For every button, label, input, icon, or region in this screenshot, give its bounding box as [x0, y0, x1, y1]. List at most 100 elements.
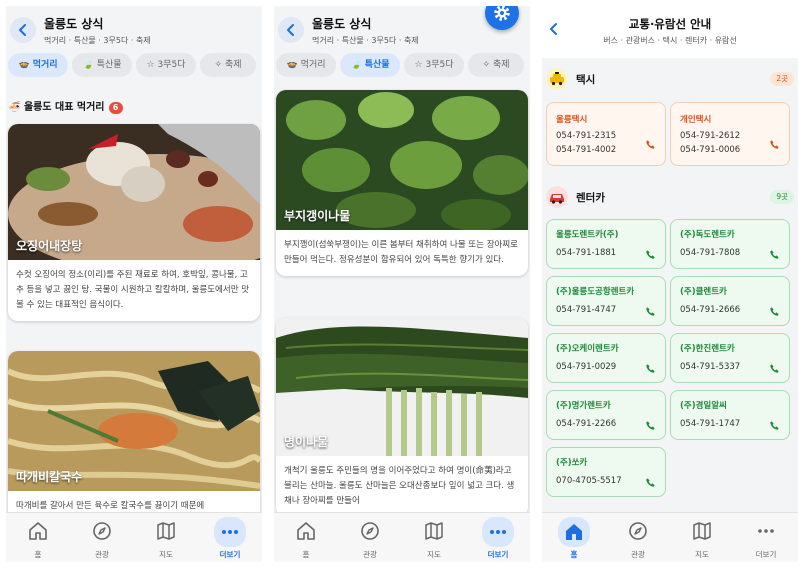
card-title: 명이나물 [284, 435, 329, 449]
nav-more[interactable]: 더보기 [734, 513, 798, 562]
rental-card[interactable]: (주)명가렌트카 054-791-2266 [546, 390, 666, 440]
tab-festival[interactable]: ✧ 축제 [468, 53, 524, 77]
phone-icon[interactable] [645, 306, 656, 317]
phone-icon[interactable] [769, 139, 780, 150]
rental-phone: 054-791-1881 [556, 248, 617, 258]
compass-icon [626, 519, 650, 543]
rental-phone: 054-791-1747 [680, 419, 741, 429]
taxi-card[interactable]: 울릉택시 054-791-2315 054-791-4002 [546, 102, 666, 166]
card-title: 부지갱이나물 [284, 209, 351, 223]
back-button[interactable] [278, 17, 304, 43]
rental-card[interactable]: (주)쏘카 070-4705-5517 [546, 447, 666, 497]
rental-name: (주)독도렌트카 [680, 230, 735, 240]
rental-card[interactable]: (주)독도렌트카 054-791-7808 [670, 219, 790, 269]
food-card[interactable]: 따개비칼국수 따개비를 갈아서 만든 육수로 칼국수를 끓이기 때문에 [8, 351, 260, 522]
phone-icon[interactable] [645, 420, 656, 431]
nav-home[interactable]: 홈 [6, 513, 70, 562]
rental-name: (주)한진렌트카 [680, 344, 735, 354]
header: 울릉도 상식 먹거리 · 특산물 · 3무5다 · 축제 [274, 6, 530, 50]
rental-card[interactable]: 울릉도렌트카(주) 054-791-1881 [546, 219, 666, 269]
tab-specialty[interactable]: 🍃 특산물 [340, 53, 400, 77]
page-subtitle: 먹거리 · 특산물 · 3무5다 · 축제 [312, 36, 419, 45]
more-icon [754, 519, 778, 543]
header: 교통·유람선 안내 버스 · 관광버스 · 택시 · 렌터카 · 유람선 [542, 6, 798, 58]
tab-3mu5da[interactable]: ☆ 3무5다 [404, 53, 464, 77]
nav-tour[interactable]: 관광 [70, 513, 134, 562]
specialty-screen: 울릉도 상식 먹거리 · 특산물 · 3무5다 · 축제 🍲 먹거리 🍃 특산물 ☆… [274, 6, 530, 562]
count-badge: 9곳 [770, 190, 794, 204]
rental-phone: 054-791-2666 [680, 305, 741, 315]
rental-card[interactable]: (주)오케이렌트카 054-791-0029 [546, 333, 666, 383]
compass-icon [90, 519, 114, 543]
card-description: 부지깽이(섬쑥부쟁이)는 이른 봄부터 채취하여 나물 또는 장아찌로 만들어 … [284, 240, 518, 265]
card-title: 따개비칼국수 [16, 470, 83, 484]
tab-food[interactable]: 🍲 먹거리 [8, 53, 68, 77]
leaf-icon: 🍃 [82, 60, 94, 70]
page-title: 울릉도 상식 [312, 17, 372, 31]
nav-home[interactable]: 홈 [542, 513, 606, 562]
taxi-card[interactable]: 개인택시 054-791-2612 054-791-0006 [670, 102, 790, 166]
group-title: 택시 [576, 74, 596, 86]
phone-icon[interactable] [645, 477, 656, 488]
back-button[interactable] [10, 17, 36, 43]
phone-icon[interactable] [769, 363, 780, 374]
home-icon [26, 519, 50, 543]
count-badge: 2곳 [770, 72, 794, 86]
gear-icon [494, 6, 510, 21]
nav-home[interactable]: 홈 [274, 513, 338, 562]
settings-button[interactable] [485, 6, 519, 30]
phone-icon[interactable] [769, 420, 780, 431]
rental-card[interactable]: (주)한진렌트카 054-791-5337 [670, 333, 790, 383]
page-subtitle: 먹거리 · 특산물 · 3무5다 · 축제 [44, 36, 151, 45]
rental-card[interactable]: (주)경일알씨 054-791-1747 [670, 390, 790, 440]
food-icon: 🍲 [18, 60, 30, 70]
tab-3mu5da[interactable]: ☆ 3무5다 [136, 53, 196, 77]
food-photo: 오징어내장탕 [8, 124, 260, 260]
nav-more[interactable]: 더보기 [198, 513, 262, 562]
nav-map[interactable]: 지도 [670, 513, 734, 562]
specialty-photo: 명이나물 [276, 318, 528, 456]
tab-food[interactable]: 🍲 먹거리 [276, 53, 336, 77]
more-icon [214, 517, 246, 547]
phone-icon[interactable] [769, 249, 780, 260]
compass-icon [358, 519, 382, 543]
section-heading: 🍜 울릉도 대표 먹거리 6 [8, 98, 123, 114]
sparkle-icon: ✧ [214, 60, 222, 70]
food-card[interactable]: 오징어내장탕 수컷 오징어의 정소(이리)를 주된 재료로 하여, 호박잎, 콩… [8, 124, 260, 321]
phone-icon[interactable] [645, 139, 656, 150]
phone-icon[interactable] [645, 249, 656, 260]
card-title: 오징어내장탕 [16, 239, 83, 253]
specialty-card[interactable]: 부지갱이나물 부지깽이(섬쑥부쟁이)는 이른 봄부터 채취하여 나물 또는 장아… [276, 90, 528, 276]
chevron-left-icon [285, 23, 297, 37]
home-icon [558, 517, 590, 547]
rental-phone: 054-791-2266 [556, 419, 617, 429]
more-icon [482, 517, 514, 547]
rental-name: 울릉도렌트카(주) [556, 230, 619, 240]
map-icon [154, 519, 178, 543]
tab-specialty[interactable]: 🍃 특산물 [72, 53, 132, 77]
rental-card[interactable]: (주)클렌트카 054-791-2666 [670, 276, 790, 326]
header: 울릉도 상식 먹거리 · 특산물 · 3무5다 · 축제 [6, 6, 262, 50]
nav-tour[interactable]: 관광 [606, 513, 670, 562]
nav-tour[interactable]: 관광 [338, 513, 402, 562]
rental-card[interactable]: (주)울릉도공항렌트카 054-791-4747 [546, 276, 666, 326]
rental-name: (주)울릉도공항렌트카 [556, 287, 635, 297]
rental-phone: 054-791-4747 [556, 305, 617, 315]
chevron-left-icon [17, 23, 29, 37]
page-subtitle: 버스 · 관광버스 · 택시 · 렌터카 · 유람선 [603, 36, 737, 45]
nav-map[interactable]: 지도 [402, 513, 466, 562]
bottom-nav: 홈 관광 지도 더보기 [274, 512, 530, 562]
tab-festival[interactable]: ✧ 축제 [200, 53, 256, 77]
rental-phone: 054-791-5337 [680, 362, 741, 372]
category-tabs: 🍲 먹거리 🍃 특산물 ☆ 3무5다 ✧ 축제 [274, 52, 530, 78]
leaf-icon: 🍃 [350, 60, 362, 70]
phone-icon[interactable] [645, 363, 656, 374]
rental-name: (주)쏘카 [556, 458, 588, 468]
nav-more[interactable]: 더보기 [466, 513, 530, 562]
specialty-card[interactable]: 명이나물 개척기 울릉도 주민들의 명을 이어주었다고 하여 명이(命荑)라고 … [276, 318, 528, 517]
nav-map[interactable]: 지도 [134, 513, 198, 562]
phone-icon[interactable] [769, 306, 780, 317]
rental-name: (주)경일알씨 [680, 401, 727, 411]
food-photo: 따개비칼국수 [8, 351, 260, 491]
bottom-nav: 홈 관광 지도 더보기 [6, 512, 262, 562]
